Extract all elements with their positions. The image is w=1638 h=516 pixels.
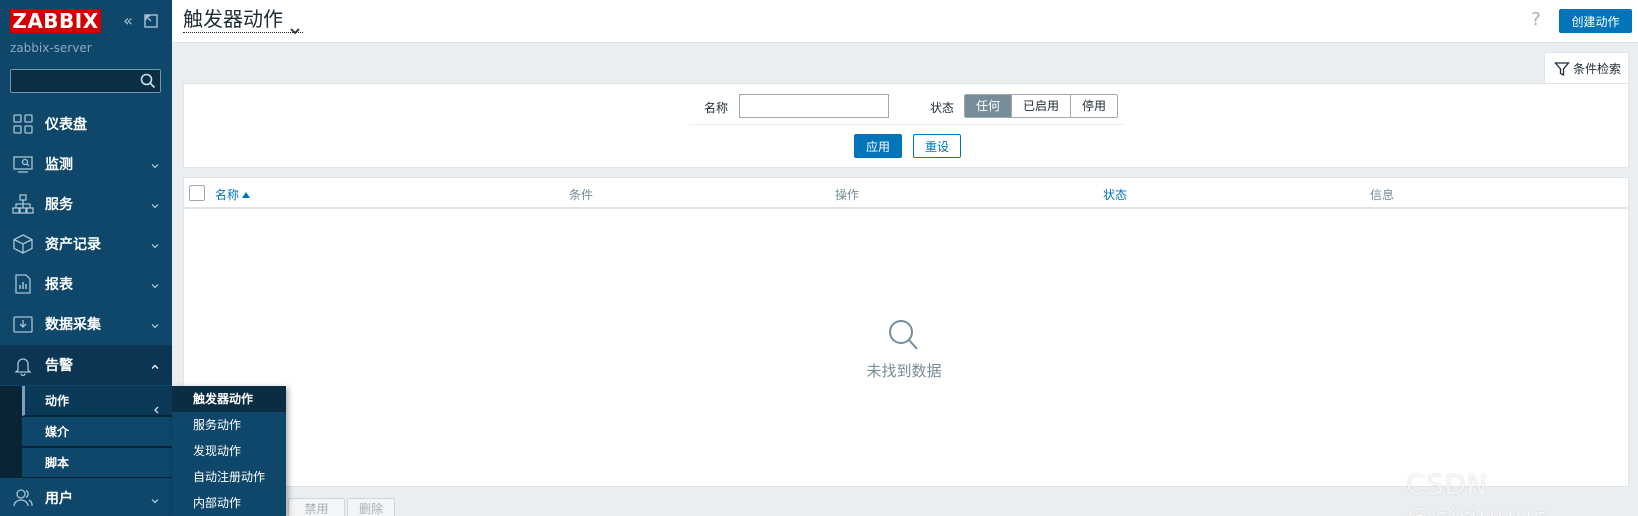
- menu-item-alerts[interactable]: 告警: [0, 345, 172, 385]
- server-name: zabbix-server: [10, 41, 92, 55]
- page-title-text: 触发器动作: [183, 7, 283, 31]
- submenu-item-media[interactable]: 媒介: [22, 417, 172, 447]
- reports-icon: [12, 273, 34, 295]
- collapse-sidebar-icon[interactable]: «: [119, 12, 137, 30]
- users-icon: [12, 487, 34, 509]
- flyout-item-discovery-actions[interactable]: 发现动作: [172, 438, 286, 464]
- filter-tab[interactable]: 条件检索: [1544, 52, 1629, 84]
- page-title[interactable]: 触发器动作: [183, 6, 303, 34]
- flyout-item-autoregistration-actions[interactable]: 自动注册动作: [172, 464, 286, 490]
- menu-item-reports[interactable]: 报表: [0, 264, 172, 304]
- status-radio-group: 任何 已启用 停用: [964, 94, 1119, 118]
- actions-flyout-menu: 触发器动作 服务动作 发现动作 自动注册动作 内部动作: [172, 386, 286, 516]
- sort-asc-icon: [242, 192, 251, 198]
- actions-table: 名称 条件 操作 状态 信息 未找到数据: [183, 177, 1629, 487]
- monitoring-icon: [12, 153, 34, 175]
- sidebar-search-input[interactable]: [11, 70, 136, 92]
- chevron-left-icon: [152, 396, 160, 414]
- column-label: 名称: [215, 188, 240, 202]
- magnifier-icon: [884, 318, 924, 354]
- menu-label: 用户: [45, 490, 73, 507]
- page-header: 触发器动作 ? 创建动作: [172, 0, 1638, 43]
- logo-row: ZABBIX «: [10, 9, 170, 33]
- name-filter-label: 名称: [704, 101, 729, 115]
- status-option-disabled[interactable]: 停用: [1071, 95, 1118, 117]
- menu-item-inventory[interactable]: 资产记录: [0, 224, 172, 264]
- menu-label: 资产记录: [45, 237, 101, 253]
- help-icon[interactable]: ?: [1527, 9, 1545, 31]
- submenu-label: 脚本: [45, 456, 70, 470]
- column-header-info: 信息: [1370, 188, 1395, 202]
- chevron-up-icon: [150, 360, 160, 370]
- filter-panel: 名称 状态 任何 已启用 停用 应用 重设: [183, 83, 1629, 168]
- filter-divider: [689, 124, 1124, 125]
- menu-label: 仪表盘: [45, 117, 87, 133]
- select-all-checkbox[interactable]: [189, 185, 205, 201]
- disable-button[interactable]: 禁用: [288, 498, 345, 516]
- submenu-label: 动作: [45, 394, 70, 408]
- search-icon[interactable]: [140, 73, 156, 89]
- zabbix-logo[interactable]: ZABBIX: [10, 9, 101, 33]
- submenu-label: 媒介: [45, 425, 70, 439]
- menu-label: 告警: [45, 358, 73, 374]
- filter-icon: [1554, 59, 1570, 77]
- column-header-status[interactable]: 状态: [1103, 186, 1127, 203]
- status-option-enabled[interactable]: 已启用: [1012, 95, 1072, 117]
- watermark: CSDN @siriuuus: [1406, 468, 1547, 516]
- chevron-down-icon: [150, 159, 160, 169]
- chevron-down-icon: [150, 494, 160, 504]
- data-collection-icon: [12, 313, 34, 335]
- sidebar: ZABBIX « zabbix-server 仪表盘 监测 服务 资产记录 报表: [0, 0, 172, 516]
- column-header-name[interactable]: 名称: [215, 186, 251, 203]
- sidebar-search[interactable]: [10, 69, 161, 93]
- menu-label: 报表: [45, 277, 73, 293]
- status-filter-label: 状态: [930, 101, 955, 115]
- services-icon: [12, 193, 34, 215]
- empty-state: 未找到数据: [804, 318, 1004, 381]
- menu-item-dashboard[interactable]: 仪表盘: [0, 104, 172, 144]
- chevron-down-icon: [150, 279, 160, 289]
- chevron-down-icon: [150, 319, 160, 329]
- flyout-item-internal-actions[interactable]: 内部动作: [172, 490, 286, 516]
- submenu-item-actions[interactable]: 动作: [22, 386, 172, 416]
- status-option-any[interactable]: 任何: [965, 95, 1013, 117]
- delete-button[interactable]: 删除: [347, 498, 395, 516]
- column-header-operations: 操作: [835, 188, 860, 202]
- menu-item-data-collection[interactable]: 数据采集: [0, 304, 172, 344]
- reset-button[interactable]: 重设: [913, 134, 961, 158]
- flyout-item-trigger-actions[interactable]: 触发器动作: [172, 386, 286, 412]
- flyout-item-service-actions[interactable]: 服务动作: [172, 412, 286, 438]
- kiosk-mode-icon[interactable]: [142, 12, 160, 30]
- menu-label: 数据采集: [45, 317, 101, 333]
- inventory-icon: [12, 233, 34, 255]
- table-header: 名称 条件 操作 状态 信息: [184, 178, 1628, 209]
- dashboard-icon: [12, 113, 34, 135]
- menu-item-users[interactable]: 用户: [0, 479, 172, 516]
- alerts-submenu: 动作 媒介 脚本: [0, 386, 172, 478]
- menu-item-monitoring[interactable]: 监测: [0, 144, 172, 184]
- bell-icon: [12, 354, 34, 377]
- menu-label: 监测: [45, 157, 73, 173]
- empty-state-text: 未找到数据: [866, 362, 942, 380]
- column-header-conditions: 条件: [569, 188, 594, 202]
- chevron-down-icon: [150, 239, 160, 249]
- menu-item-services[interactable]: 服务: [0, 184, 172, 224]
- menu-label: 服务: [45, 197, 73, 213]
- submenu-item-scripts[interactable]: 脚本: [22, 448, 172, 478]
- chevron-down-icon: [289, 16, 301, 34]
- name-filter-input[interactable]: [739, 94, 889, 118]
- filter-tab-label: 条件检索: [1573, 62, 1622, 76]
- create-action-button[interactable]: 创建动作: [1559, 9, 1632, 33]
- chevron-down-icon: [150, 199, 160, 209]
- apply-button[interactable]: 应用: [854, 134, 902, 158]
